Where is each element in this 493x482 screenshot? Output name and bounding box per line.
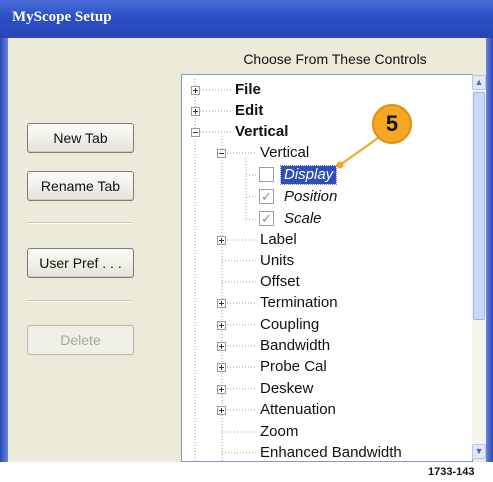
tree-item-zoom[interactable]: Zoom	[260, 423, 298, 441]
controls-caption: Choose From These Controls	[243, 51, 427, 67]
delete-button: Delete	[27, 325, 134, 355]
expand-deskew-icon[interactable]	[217, 385, 226, 394]
figure-code: 1733-143	[428, 466, 475, 478]
expand-attenuation-icon[interactable]	[217, 406, 226, 415]
tree-item-scale[interactable]: Scale	[284, 210, 322, 228]
tree-item-label[interactable]: Label	[260, 231, 297, 249]
tree-scrollbar[interactable]: ▲ ▼	[472, 75, 486, 459]
window-title: MyScope Setup	[12, 9, 112, 25]
display-checkbox[interactable]	[259, 167, 274, 182]
tree-item-vertical-subgroup[interactable]: Vertical	[260, 144, 309, 162]
window-frame-left	[0, 38, 8, 462]
tree-item-attenuation[interactable]: Attenuation	[260, 401, 336, 419]
tree-item-bandwidth[interactable]: Bandwidth	[260, 337, 330, 355]
collapse-vertical-subgroup-icon[interactable]	[217, 149, 226, 158]
tree-item-termination[interactable]: Termination	[260, 294, 338, 312]
tree-item-display[interactable]: Display	[279, 165, 338, 185]
tree-item-coupling[interactable]: Coupling	[260, 316, 319, 334]
expand-file-icon[interactable]	[191, 86, 200, 95]
tree-item-enhanced-bandwidth[interactable]: Enhanced Bandwidth	[260, 444, 402, 461]
user-pref-button[interactable]: User Pref . . .	[27, 248, 134, 278]
title-bar[interactable]: MyScope Setup	[0, 0, 493, 38]
expand-bandwidth-icon[interactable]	[217, 342, 226, 351]
tree-item-edit[interactable]: Edit	[235, 102, 263, 120]
button-separator	[27, 300, 132, 302]
tree-item-probe-cal[interactable]: Probe Cal	[260, 358, 327, 376]
tree-item-offset[interactable]: Offset	[260, 273, 300, 291]
tree-item-file[interactable]: File	[235, 81, 261, 99]
expand-edit-icon[interactable]	[191, 107, 200, 116]
tree-item-vertical[interactable]: Vertical	[235, 123, 288, 141]
controls-tree[interactable]: File Edit Vertical Vertical Display ✓ Po…	[181, 74, 473, 462]
button-separator	[27, 222, 132, 224]
position-checkbox[interactable]: ✓	[259, 189, 274, 204]
scale-checkbox[interactable]: ✓	[259, 211, 274, 226]
tree-item-deskew[interactable]: Deskew	[260, 380, 313, 398]
expand-probe-cal-icon[interactable]	[217, 363, 226, 372]
new-tab-button[interactable]: New Tab	[27, 123, 134, 153]
callout-number-badge: 5	[372, 104, 412, 144]
window-frame-right	[486, 38, 493, 462]
expand-label-icon[interactable]	[217, 236, 226, 245]
scroll-thumb[interactable]	[473, 92, 485, 320]
rename-tab-button[interactable]: Rename Tab	[27, 171, 134, 201]
myscope-setup-window: MyScope Setup Choose From These Controls…	[0, 0, 493, 462]
collapse-vertical-icon[interactable]	[191, 128, 200, 137]
tree-item-units[interactable]: Units	[260, 252, 294, 270]
scroll-down-icon[interactable]: ▼	[472, 444, 486, 459]
expand-coupling-icon[interactable]	[217, 321, 226, 330]
tree-item-position[interactable]: Position	[284, 188, 337, 206]
expand-termination-icon[interactable]	[217, 299, 226, 308]
scroll-up-icon[interactable]: ▲	[472, 75, 486, 90]
